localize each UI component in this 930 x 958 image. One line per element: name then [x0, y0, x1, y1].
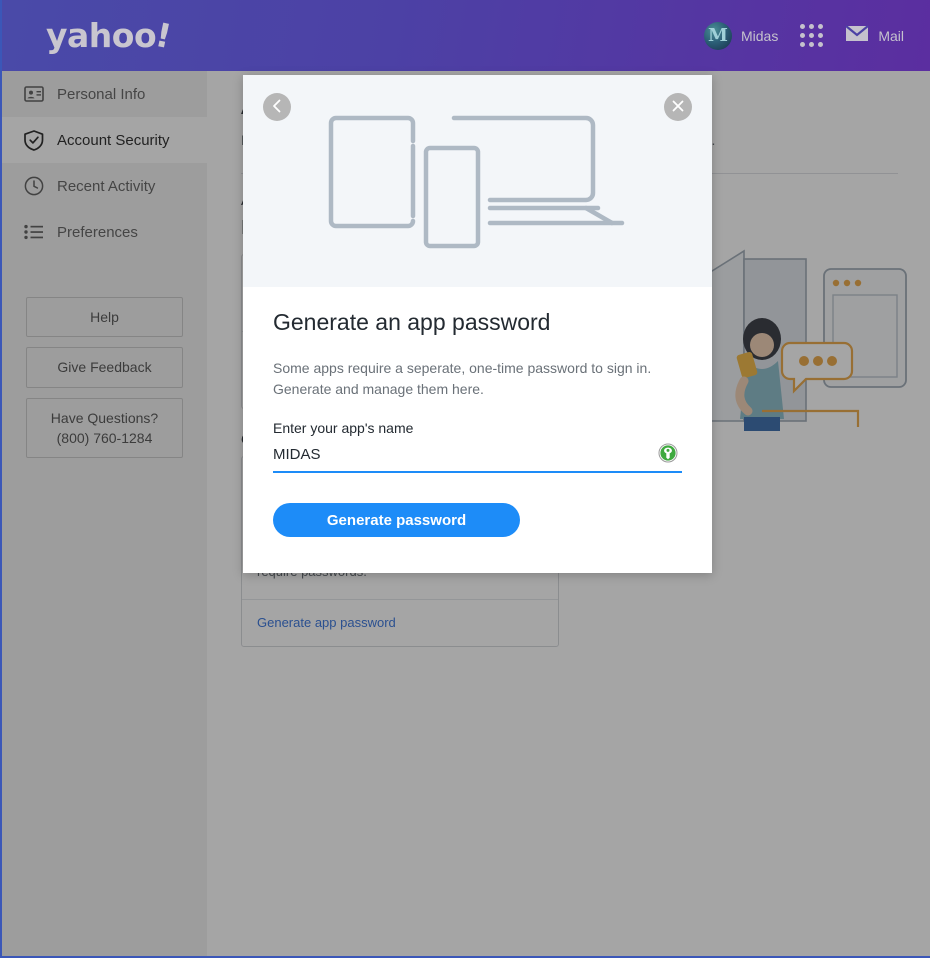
yahoo-logo[interactable]: yahoo! [46, 15, 175, 56]
header-actions: M Midas Mail [703, 21, 904, 50]
modal-back-button[interactable] [263, 93, 291, 121]
modal-close-button[interactable] [664, 93, 692, 121]
app-name-input[interactable] [273, 446, 643, 463]
apps-grid-icon[interactable] [800, 24, 824, 47]
browser-viewport: yahoo! M Midas Mail Personal Info Accoun… [0, 0, 930, 958]
chevron-left-icon [271, 99, 283, 116]
mail-label: Mail [878, 27, 904, 44]
modal-title: Generate an app password [273, 309, 551, 335]
yahoo-logo-text: yahoo [46, 16, 157, 55]
generate-password-button[interactable]: Generate password [273, 503, 520, 537]
user-menu[interactable]: M Midas [703, 21, 779, 50]
close-icon [671, 99, 685, 116]
modal-description: Some apps require a seperate, one-time p… [273, 360, 652, 397]
modal-body: Generate an app password Some apps requi… [243, 287, 712, 573]
avatar: M [703, 21, 732, 50]
app-password-modal: Generate an app password Some apps requi… [243, 75, 712, 573]
app-name-label: Enter your app's name [273, 420, 414, 436]
mail-link[interactable]: Mail [845, 24, 904, 47]
devices-illustration [328, 104, 628, 259]
modal-hero [243, 75, 712, 287]
app-name-field-wrapper [273, 443, 682, 473]
password-manager-icon[interactable] [658, 443, 678, 463]
user-name: Midas [740, 27, 779, 44]
envelope-icon [845, 24, 870, 47]
app-header: yahoo! M Midas Mail [2, 0, 930, 71]
